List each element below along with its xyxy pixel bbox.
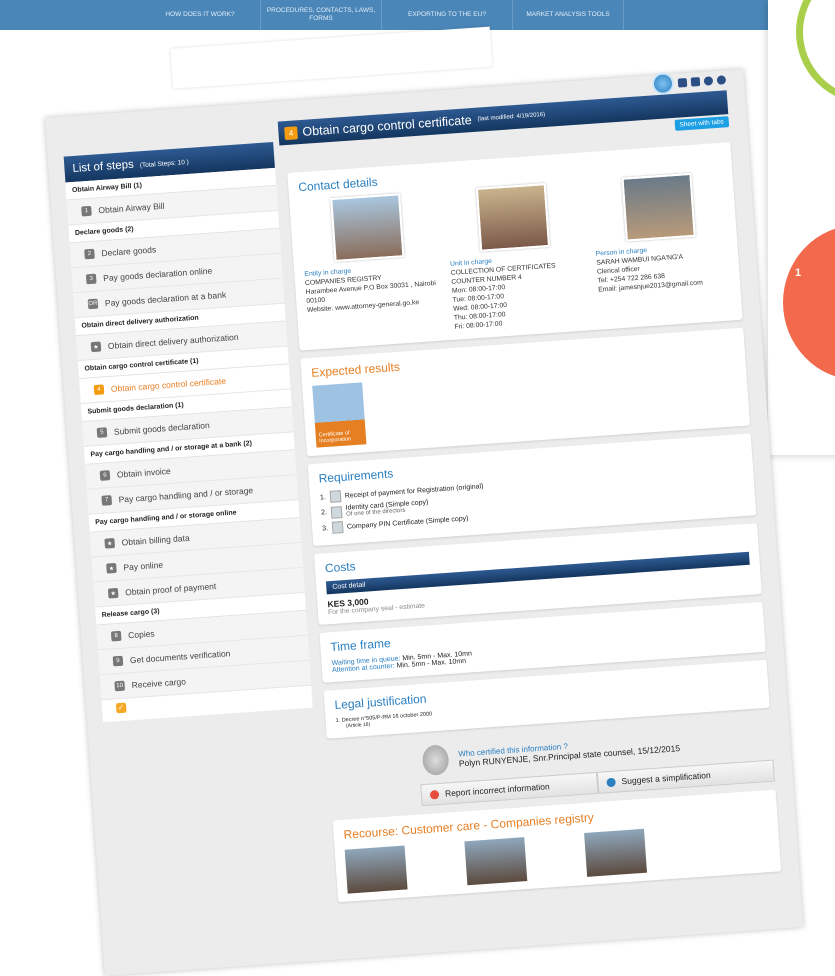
contacts-row: Entity in charge COMPANIES REGISTRY Hara… — [299, 171, 732, 342]
checkbox-icon[interactable]: ✓ — [115, 702, 127, 714]
step-number: OR — [87, 298, 99, 310]
step-number: ★ — [107, 587, 119, 599]
recourse-photo[interactable] — [344, 845, 408, 894]
step-number: ★ — [90, 341, 102, 353]
step-label: Obtain invoice — [116, 465, 172, 480]
step-label: Obtain cargo control certificate — [110, 375, 227, 394]
requirement-number: 1. — [319, 493, 327, 502]
step-label: Get documents verification — [129, 648, 231, 666]
step-label: Pay online — [123, 559, 164, 573]
step-label: Pay goods declaration at a bank — [104, 289, 227, 309]
step-label: Copies — [127, 628, 155, 641]
last-modified: (last modified: 4/19/2016) — [477, 111, 546, 123]
requirement-number: 3. — [321, 524, 329, 532]
certification-text: Who certified this information ? Polyn R… — [458, 734, 680, 768]
seal-icon — [421, 744, 450, 777]
person-contact: Person in charge SARAH WAMBUI NGA'NG'A C… — [591, 171, 733, 322]
entity-photo[interactable] — [330, 193, 405, 262]
step-number-badge: 4 — [284, 125, 298, 140]
id-card-icon — [330, 505, 343, 519]
suggest-label: Suggest a simplification — [621, 770, 711, 787]
recourse-card: Recourse: Customer care - Companies regi… — [332, 789, 782, 903]
previous-arrow-icon[interactable] — [703, 75, 714, 86]
procedure-titlebar: 4 Obtain cargo control certificate (last… — [277, 71, 730, 146]
receipt-icon — [329, 490, 342, 503]
unit-photo[interactable] — [475, 183, 551, 252]
contact-details-card: Contact details Entity in charge COMPANI… — [287, 142, 743, 351]
report-label: Report incorrect information — [444, 781, 550, 799]
step-label: Receive cargo — [131, 676, 187, 691]
steps-groups: Obtain Airway Bill (1) 1 Obtain Airway Bil… — [65, 167, 312, 701]
step-number: 9 — [112, 655, 124, 667]
step-label: Obtain proof of payment — [124, 581, 217, 598]
steps-total: (Total Steps: 10 ) — [139, 158, 190, 170]
suggest-simplification-button[interactable]: Suggest a simplification — [596, 759, 775, 794]
step-number: 8 — [110, 630, 122, 642]
steps-title: List of steps — [72, 158, 135, 176]
step-label: Obtain billing data — [121, 532, 190, 548]
expected-results-card: Expected results Certificate of Incorpor… — [300, 327, 751, 457]
recourse-photo[interactable] — [464, 837, 528, 886]
green-ring-graphic — [796, 0, 835, 104]
step-label: Obtain direct delivery authorization — [107, 331, 239, 351]
procedure-sheet: List of steps (Total Steps: 10 ) Obtain A… — [44, 68, 804, 976]
lightbulb-icon — [606, 777, 616, 787]
step-number: 2 — [84, 248, 95, 260]
sheet-with-tabs-button[interactable]: Sheet with tabs — [674, 116, 730, 131]
steps-list-panel: List of steps (Total Steps: 10 ) Obtain A… — [63, 141, 313, 723]
step-label: Declare goods — [101, 244, 157, 259]
side-promo-card: 1 — [768, 0, 835, 455]
title-actions — [651, 68, 727, 96]
tilted-procedure-page: List of steps (Total Steps: 10 ) Obtain A… — [40, 0, 804, 976]
certificate-icon — [331, 521, 344, 534]
step-label: Submit goods declaration — [113, 420, 210, 437]
requirement-text: Company PIN Certificate (Simple copy) — [346, 514, 469, 531]
main-content: 4 Obtain cargo control certificate (last… — [277, 71, 782, 903]
certificate-label: Certificate of Incorporation — [318, 430, 352, 445]
unit-contact: Unit in charge COLLECTION OF CERTIFICATE… — [445, 181, 587, 332]
recourse-photo[interactable] — [584, 828, 648, 877]
step-number: 5 — [96, 427, 108, 438]
step-label: Pay cargo handling and / or storage — [118, 485, 254, 505]
document-icon[interactable] — [690, 76, 701, 87]
person-photo[interactable] — [621, 172, 696, 242]
step-number: ★ — [106, 562, 117, 574]
nav-how-it-works[interactable]: HOW DOES IT WORK? — [140, 0, 261, 30]
procedure-title: Obtain cargo control certificate — [302, 113, 473, 139]
next-arrow-icon[interactable] — [716, 74, 727, 85]
step-number: 10 — [114, 680, 126, 692]
badge-text: 1 — [795, 267, 802, 279]
step-number: 4 — [93, 384, 105, 396]
alert-icon — [429, 789, 440, 800]
step-label: Pay goods declaration online — [102, 265, 213, 284]
requirement-number: 2. — [320, 509, 328, 517]
print-icon[interactable] — [677, 77, 688, 88]
orange-badge: 1 — [783, 225, 835, 380]
certificate-thumbnail[interactable]: Certificate of Incorporation — [312, 382, 367, 448]
step-number: 3 — [85, 273, 97, 285]
entity-contact: Entity in charge COMPANIES REGISTRY Hara… — [299, 191, 441, 342]
background-card — [170, 26, 493, 89]
report-incorrect-button[interactable]: Report incorrect information — [420, 771, 599, 807]
step-number: 6 — [99, 470, 111, 481]
step-number: 7 — [101, 495, 113, 506]
step-number: ★ — [104, 538, 116, 549]
step-label: Obtain Airway Bill — [98, 200, 165, 216]
medal-icon — [651, 71, 675, 96]
step-number: 1 — [81, 205, 92, 217]
